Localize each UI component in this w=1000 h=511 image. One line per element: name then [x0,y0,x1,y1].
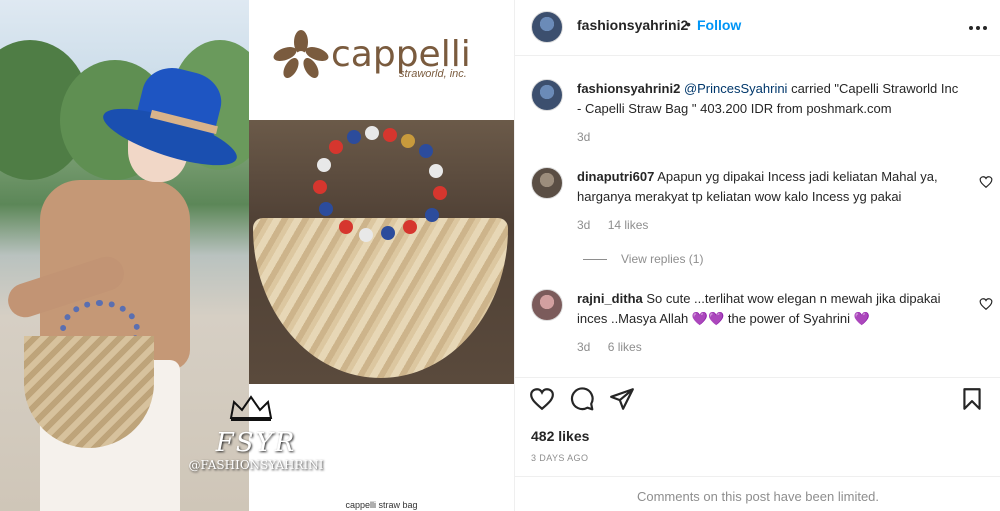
comment-username[interactable]: dinaputri607 [577,169,654,184]
caption-time: 3d [577,130,591,144]
comment-likes[interactable]: 6 likes [608,340,642,354]
caption-username[interactable]: fashionsyahrini2 [577,81,680,96]
comment-username[interactable]: rajni_ditha [577,291,643,306]
brand-subtitle: straworld, inc. [399,68,467,80]
comment-text: rajni_ditha So cute ...terlihat wow eleg… [577,289,963,329]
flower-logo-icon [273,30,329,78]
post-header: fashionsyahrini2 • Follow [515,0,1000,56]
share-icon[interactable] [609,386,635,412]
separator-dot: • [686,16,691,32]
crown-icon [229,395,273,421]
watermark-monogram: FSYR [215,428,297,458]
caption-avatar[interactable] [531,79,563,111]
caption-mention[interactable]: @PrincesSyahrini [684,81,788,96]
watermark-handle: @FASHIONSYAHRINI [188,458,324,472]
media-caption: cappelli straw bag [345,500,418,510]
product-photo [249,120,514,384]
watermark: FSYR @FASHIONSYAHRINI [186,428,326,472]
comment-time: 3d [577,340,591,354]
view-replies-button[interactable]: View replies (1) [583,252,703,266]
author-avatar[interactable] [531,11,563,43]
follow-button[interactable]: Follow [697,17,741,33]
actions-bar: 482 likes 3 DAYS AGO Comments on this po… [515,377,1000,511]
caption-meta: 3d [577,130,604,144]
comment-likes[interactable]: 14 likes [608,218,649,232]
heart-icon[interactable] [979,297,993,311]
post-timestamp: 3 DAYS AGO [531,453,589,463]
heart-icon[interactable] [529,386,555,412]
post-side-panel: fashionsyahrini2 • Follow fashionsyahrin… [514,0,1000,511]
heart-icon[interactable] [979,175,993,189]
view-replies-label: View replies (1) [621,252,704,266]
caption-text: fashionsyahrini2 @PrincesSyahrini carrie… [577,79,963,119]
post-view: cappelli straworld, inc. cappelli straw [0,0,1000,511]
comments-limited-notice: Comments on this post have been limited. [515,476,1000,511]
comment-meta: 3d 6 likes [577,340,656,354]
post-media[interactable]: cappelli straworld, inc. cappelli straw [0,0,514,511]
commenter-avatar[interactable] [531,289,563,321]
comment-meta: 3d 14 likes [577,218,662,232]
comment-time: 3d [577,218,591,232]
author-username[interactable]: fashionsyahrini2 [577,17,688,33]
more-icon[interactable] [967,18,989,38]
brand-logo-panel: cappelli straworld, inc. [249,0,514,120]
commenter-avatar[interactable] [531,167,563,199]
likes-count[interactable]: 482 likes [531,428,589,444]
bookmark-icon[interactable] [959,386,985,412]
comments-section: fashionsyahrini2 @PrincesSyahrini carrie… [515,57,1000,377]
comment-icon[interactable] [569,386,595,412]
comment-text: dinaputri607 Apapun yg dipakai Incess ja… [577,167,963,207]
